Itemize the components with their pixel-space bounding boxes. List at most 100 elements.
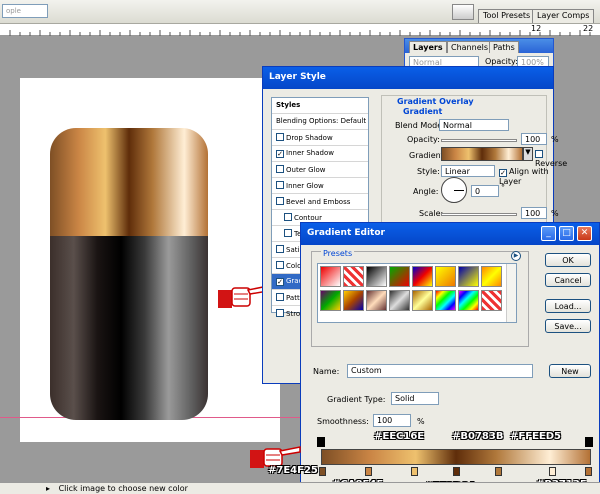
style-item-inner-glow[interactable]: Inner Glow	[272, 178, 368, 194]
chevron-down-icon[interactable]: ▼	[523, 147, 533, 161]
blending-options-item[interactable]: Blending Options: Default	[272, 114, 368, 130]
opacity-slider[interactable]	[441, 139, 517, 142]
color-stop-icon[interactable]	[495, 467, 502, 476]
preset-swatch[interactable]	[343, 266, 364, 287]
status-arrow-icon[interactable]: ▸	[46, 484, 50, 493]
styles-header[interactable]: Styles	[272, 98, 368, 114]
battery-image[interactable]	[50, 128, 208, 420]
preset-swatch[interactable]	[458, 266, 479, 287]
scale-field[interactable]: 100	[521, 207, 547, 219]
angle-label: Angle:	[413, 187, 439, 196]
style-item-outer-glow[interactable]: Outer Glow	[272, 162, 368, 178]
section-title: Gradient Overlay	[395, 97, 476, 106]
style-item-bevel-emboss[interactable]: Bevel and Emboss	[272, 194, 368, 210]
preset-swatch[interactable]	[389, 290, 410, 311]
presets-menu-icon[interactable]: ▶	[511, 251, 521, 261]
checkbox-icon[interactable]	[284, 213, 292, 221]
preset-swatch[interactable]	[481, 266, 502, 287]
palette-well-icon[interactable]	[452, 4, 474, 20]
opacity-stop-icon[interactable]	[585, 437, 593, 447]
color-stop-icon[interactable]	[411, 467, 418, 476]
opacity-stop-icon[interactable]	[317, 437, 325, 447]
checkbox-icon[interactable]	[276, 245, 284, 253]
preset-swatch[interactable]	[320, 266, 341, 287]
checkbox-icon[interactable]	[535, 150, 543, 158]
battery-body	[50, 236, 208, 420]
color-annotation: #EEC16E	[374, 431, 425, 442]
preset-swatch[interactable]	[412, 290, 433, 311]
load-button[interactable]: Load...	[545, 299, 591, 313]
sub-title: Gradient	[401, 107, 445, 116]
blend-mode-select[interactable]: Normal	[439, 119, 509, 131]
angle-dial-icon[interactable]	[441, 177, 467, 203]
style-item-label: Inner Glow	[286, 182, 324, 190]
preset-swatch[interactable]	[435, 290, 456, 311]
gradient-preview[interactable]	[441, 147, 523, 161]
preset-swatch[interactable]	[366, 266, 387, 287]
preset-swatch[interactable]	[343, 290, 364, 311]
layer-style-title[interactable]: Layer Style	[263, 67, 553, 89]
preset-swatch[interactable]	[458, 290, 479, 311]
preset-swatch[interactable]	[435, 266, 456, 287]
checkbox-icon[interactable]	[276, 133, 284, 141]
checkbox-icon[interactable]	[276, 165, 284, 173]
checkbox-icon[interactable]	[276, 309, 284, 317]
smoothness-field[interactable]: 100	[373, 414, 411, 427]
color-annotation: #B0783B	[452, 431, 504, 442]
new-button[interactable]: New	[549, 364, 591, 378]
ruler-label: 12	[531, 24, 542, 33]
preset-swatch[interactable]	[389, 266, 410, 287]
maximize-icon[interactable]: □	[559, 226, 574, 241]
close-icon[interactable]: ✕	[577, 226, 592, 241]
gradient-bar[interactable]	[321, 449, 591, 465]
color-stop-icon[interactable]	[365, 467, 372, 476]
style-select[interactable]: Linear	[441, 165, 495, 177]
preset-swatch[interactable]	[481, 290, 502, 311]
ok-button[interactable]: OK	[545, 253, 591, 267]
gradient-type-select[interactable]: Solid	[391, 392, 439, 405]
preset-swatch[interactable]	[412, 266, 433, 287]
color-stop-icon[interactable]	[319, 467, 326, 476]
color-stop-icon[interactable]	[549, 467, 556, 476]
presets-label: Presets	[321, 249, 355, 258]
checkbox-checked-icon[interactable]: ✓	[499, 169, 507, 177]
checkbox-icon[interactable]	[276, 261, 284, 269]
checkbox-icon[interactable]	[276, 181, 284, 189]
tab-tool-presets[interactable]: Tool Presets	[478, 9, 536, 23]
style-item-label: Inner Shadow	[286, 149, 334, 157]
tab-layer-comps[interactable]: Layer Comps	[532, 9, 595, 23]
minimize-icon[interactable]: _	[541, 226, 556, 241]
color-stop-icon[interactable]	[585, 467, 592, 476]
tab-layers[interactable]: Layers	[409, 41, 447, 53]
reverse-option[interactable]: Reverse	[535, 150, 567, 168]
style-item-inner-shadow[interactable]: ✓ Inner Shadow	[272, 146, 368, 162]
tool-combo[interactable]: ople	[2, 4, 48, 18]
ruler-ticks-icon	[9, 30, 591, 36]
checkbox-icon[interactable]	[276, 293, 284, 301]
align-option[interactable]: ✓ Align with Layer	[499, 167, 553, 186]
save-button[interactable]: Save...	[545, 319, 591, 333]
preset-swatch[interactable]	[320, 290, 341, 311]
style-label: Style:	[417, 167, 440, 176]
preset-swatch[interactable]	[366, 290, 387, 311]
gradient-type-label: Gradient Type:	[327, 395, 386, 404]
name-input[interactable]: Custom	[347, 364, 533, 378]
angle-field[interactable]: 0	[471, 185, 499, 197]
checkbox-checked-icon[interactable]: ✓	[276, 278, 284, 286]
checkbox-icon[interactable]	[276, 197, 284, 205]
tab-paths[interactable]: Paths	[489, 41, 519, 53]
cancel-button[interactable]: Cancel	[545, 273, 591, 287]
gradient-editor-dialog: Gradient Editor _ □ ✕ Presets ▶ OK Cance…	[300, 222, 600, 494]
color-annotation: #7E4F25	[268, 465, 318, 476]
opacity-field[interactable]: 100	[521, 133, 547, 145]
layer-opacity-label: Opacity:	[485, 57, 518, 66]
checkbox-checked-icon[interactable]: ✓	[276, 150, 284, 158]
presets-scrollbar[interactable]	[506, 264, 516, 322]
tab-channels[interactable]: Channels	[447, 41, 493, 53]
style-item-label: Contour	[294, 214, 322, 222]
scale-slider[interactable]	[441, 213, 517, 216]
degree-label: °	[501, 183, 505, 192]
style-item-drop-shadow[interactable]: Drop Shadow	[272, 130, 368, 146]
color-stop-icon[interactable]	[453, 467, 460, 476]
checkbox-icon[interactable]	[284, 229, 292, 237]
